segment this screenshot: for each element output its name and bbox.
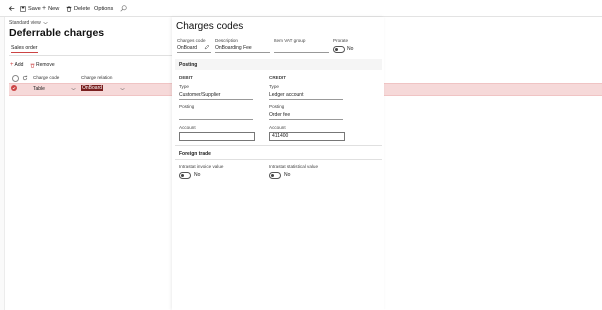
credit-posting-field[interactable]: Order fee xyxy=(269,112,343,120)
back-arrow-icon xyxy=(8,6,15,11)
prorate-value: No xyxy=(347,46,354,52)
intrastat-invoice-label: Intrastat invoice value xyxy=(179,164,224,169)
debit-account-label: Account xyxy=(179,125,196,130)
credit-type-value: Ledger account xyxy=(269,92,304,98)
add-label: Add xyxy=(14,62,24,68)
credit-posting-label: Posting xyxy=(269,104,285,109)
chevron-down-icon[interactable] xyxy=(71,87,76,91)
select-all-checkbox[interactable] xyxy=(12,75,19,82)
chevron-down-icon xyxy=(43,21,48,25)
foreign-trade-divider xyxy=(175,159,382,160)
pencil-icon[interactable] xyxy=(204,45,209,50)
options-menu[interactable]: Options xyxy=(94,3,113,14)
item-vat-group-label: Item VAT group xyxy=(274,38,306,43)
cell-charge-code[interactable]: Table xyxy=(33,86,45,92)
debit-type-label: Type xyxy=(179,84,189,89)
debit-type-field[interactable]: Customer/Supplier xyxy=(179,92,253,100)
credit-header: CREDIT xyxy=(269,75,287,80)
description-field[interactable]: OnBoarding Fee xyxy=(215,45,270,53)
prorate-label: Prorate xyxy=(333,38,349,43)
debit-type-value: Customer/Supplier xyxy=(179,92,221,98)
intrastat-statistical-toggle[interactable] xyxy=(269,172,281,179)
save-label: Save xyxy=(28,5,41,12)
new-label: New xyxy=(48,5,60,12)
chevron-down-icon[interactable] xyxy=(120,87,125,91)
foreign-trade-section-title[interactable]: Foreign trade xyxy=(179,151,211,157)
search-button[interactable] xyxy=(120,3,127,14)
plus-icon: + xyxy=(42,5,47,12)
add-button[interactable]: + Add xyxy=(10,62,23,68)
debit-account-input[interactable] xyxy=(179,132,255,141)
trash-icon xyxy=(30,63,35,68)
debit-posting-label: Posting xyxy=(179,104,195,109)
column-header-charge-code[interactable]: Charge code xyxy=(33,75,59,80)
tab-divider xyxy=(9,55,172,56)
credit-posting-value: Order fee xyxy=(269,112,291,118)
posting-section-title: Posting xyxy=(179,62,198,68)
intrastat-statistical-value: No xyxy=(284,172,291,178)
back-button[interactable] xyxy=(8,3,15,14)
debit-posting-field[interactable] xyxy=(179,112,253,120)
remove-label: Remove xyxy=(36,62,55,68)
credit-account-value: 411400 xyxy=(272,133,289,139)
column-header-charge-relation[interactable]: Charge relation xyxy=(81,75,112,80)
save-icon xyxy=(20,5,26,12)
credit-account-label: Account xyxy=(269,125,286,130)
save-button[interactable]: Save xyxy=(20,3,41,14)
row-check-icon[interactable] xyxy=(11,85,17,91)
remove-button[interactable]: Remove xyxy=(30,62,55,68)
credit-type-field[interactable]: Ledger account xyxy=(269,92,343,100)
action-toolbar: Save + New Delete Options xyxy=(0,0,602,17)
debit-header: DEBIT xyxy=(179,75,193,80)
charges-code-value: OnBoard xyxy=(177,45,198,51)
tab-sales-order[interactable]: Sales order xyxy=(11,45,38,53)
posting-divider xyxy=(175,145,382,146)
view-label: Standard view xyxy=(9,20,41,26)
plus-icon: + xyxy=(10,62,14,68)
page-title: Deferrable charges xyxy=(9,27,105,39)
description-label: Description xyxy=(215,38,238,43)
description-value: OnBoarding Fee xyxy=(215,45,252,51)
delete-label: Delete xyxy=(74,5,91,12)
posting-section-header[interactable] xyxy=(175,59,382,70)
prorate-toggle[interactable] xyxy=(333,46,345,53)
intrastat-statistical-label: Intrastat statistical value xyxy=(269,164,319,169)
navigation-strip xyxy=(0,17,5,310)
item-vat-group-field[interactable] xyxy=(274,45,329,53)
options-label: Options xyxy=(94,5,114,12)
new-button[interactable]: + New xyxy=(42,3,59,14)
panel-title: Charges codes xyxy=(176,21,244,32)
charges-code-label: Charges code xyxy=(177,38,206,43)
intrastat-invoice-toggle[interactable] xyxy=(179,172,191,179)
search-icon xyxy=(120,5,127,12)
refresh-icon[interactable] xyxy=(22,75,28,81)
view-selector[interactable]: Standard view xyxy=(9,20,48,26)
intrastat-invoice-value: No xyxy=(194,172,201,178)
checkmark-icon xyxy=(12,86,16,90)
credit-account-input[interactable]: 411400 xyxy=(269,132,345,141)
cell-charge-relation[interactable]: OnBoard xyxy=(81,85,104,91)
trash-icon xyxy=(66,5,72,12)
credit-type-label: Type xyxy=(269,84,279,89)
delete-button[interactable]: Delete xyxy=(66,3,90,14)
